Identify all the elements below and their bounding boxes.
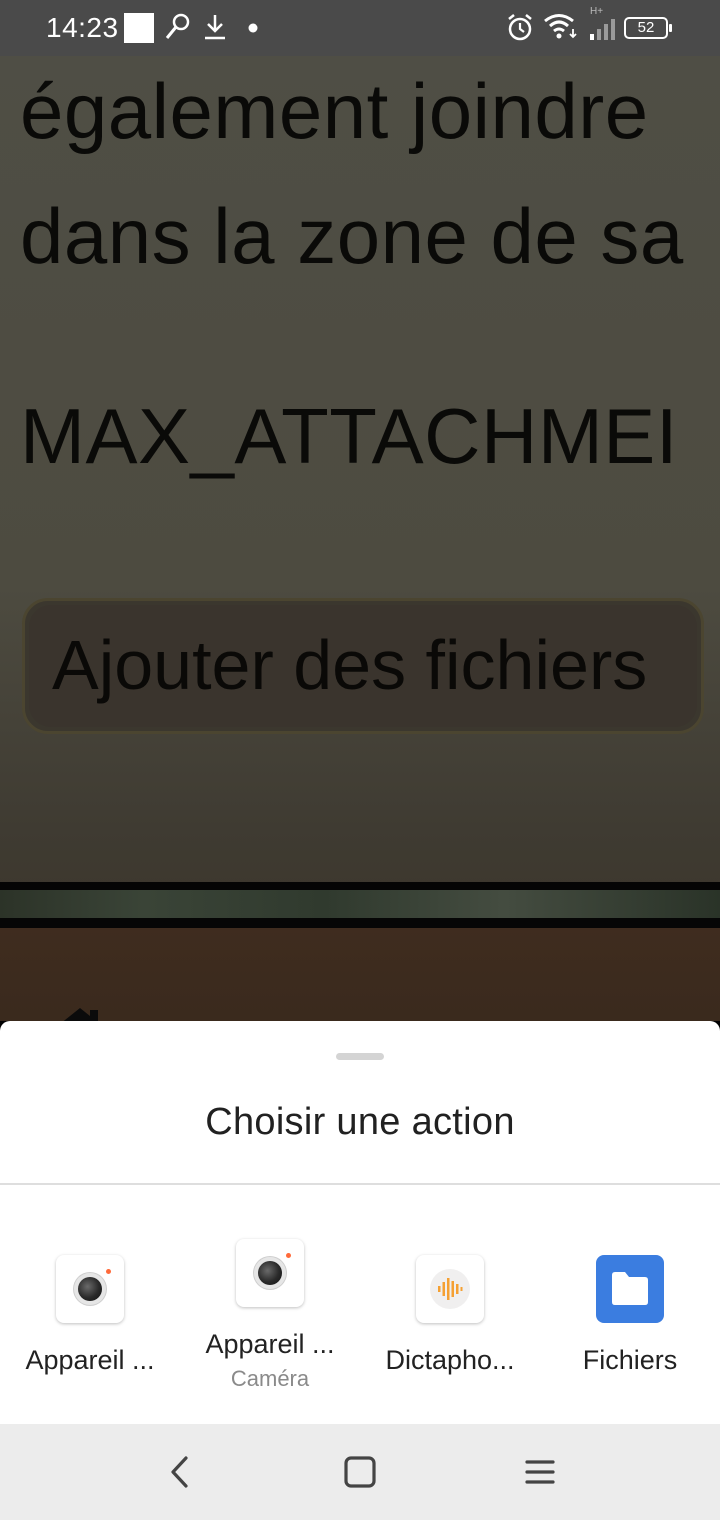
folder-icon	[596, 1255, 664, 1323]
page-text-line-1: également joindre	[20, 67, 649, 155]
voice-recorder-icon	[416, 1255, 484, 1323]
page-text-line-3: MAX_ATTACHMEI	[20, 392, 678, 480]
battery-level: 52	[637, 19, 655, 36]
app-sublabel: Caméra	[230, 1366, 310, 1391]
home-button-icon[interactable]	[340, 1452, 380, 1492]
app-label: Appareil ...	[25, 1345, 155, 1375]
add-files-label: Ajouter des fichiers	[52, 626, 648, 704]
app-label: Appareil ...	[205, 1329, 335, 1359]
white-square-icon	[124, 13, 154, 43]
signal-icon	[590, 19, 615, 40]
app-label: Dictapho...	[385, 1345, 515, 1375]
add-files-button[interactable]: Ajouter des fichiers	[22, 598, 704, 734]
menu-icon[interactable]	[520, 1452, 560, 1492]
battery-icon: 52	[624, 17, 672, 39]
camera-icon	[236, 1239, 304, 1307]
action-chooser-sheet: Choisir une action Appareil ... Appareil…	[0, 1021, 720, 1424]
navigation-bar	[0, 1424, 720, 1520]
app-option-camera-1[interactable]: Appareil ...	[0, 1255, 180, 1376]
dot-icon	[248, 23, 258, 33]
back-icon[interactable]	[160, 1452, 200, 1492]
download-icon	[205, 15, 225, 40]
divider	[0, 918, 720, 928]
alarm-icon	[508, 14, 532, 41]
search-icon	[165, 13, 190, 39]
app-label: Fichiers	[582, 1345, 678, 1375]
app-option-files[interactable]: Fichiers	[540, 1255, 720, 1376]
status-time: 14:23	[46, 12, 119, 43]
app-option-camera-2[interactable]: Appareil ... Caméra	[180, 1239, 360, 1392]
screen: 14:23 H+ 52 également joindre dans la zo…	[0, 0, 720, 1520]
background-webpage: également joindre dans la zone de sa MAX…	[0, 56, 720, 1021]
status-bar: 14:23 H+ 52	[0, 0, 720, 56]
sheet-drag-handle[interactable]	[336, 1053, 384, 1060]
home-icon	[63, 1008, 98, 1021]
app-option-voice-recorder[interactable]: Dictapho...	[360, 1255, 540, 1376]
wifi-icon	[544, 14, 577, 39]
camera-icon	[56, 1255, 124, 1323]
divider	[0, 882, 720, 890]
page-text-line-2: dans la zone de sa	[20, 192, 684, 280]
sheet-title: Choisir une action	[205, 1101, 515, 1143]
divider	[0, 1183, 720, 1185]
image-strip	[0, 890, 720, 918]
